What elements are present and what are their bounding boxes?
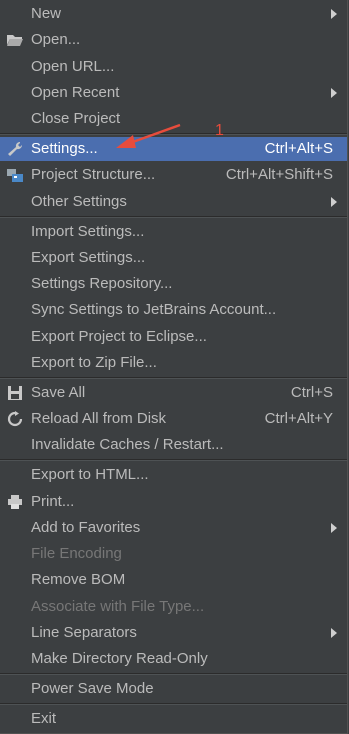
menu-separator: [0, 133, 347, 135]
menu-item-settings-repository[interactable]: Settings Repository...: [0, 272, 347, 296]
menu-item-export-html[interactable]: Export to HTML...: [0, 463, 347, 487]
menu-item-reload-all[interactable]: Reload All from Disk Ctrl+Alt+Y: [0, 407, 347, 431]
menu-item-settings-shortcut: Ctrl+Alt+S: [264, 140, 333, 157]
menu-separator: [0, 216, 347, 218]
menu-item-import-settings[interactable]: Import Settings...: [0, 220, 347, 244]
menu-item-remove-bom[interactable]: Remove BOM: [0, 568, 347, 592]
menu-item-print-label: Print...: [31, 493, 75, 510]
project-structure-icon: [7, 169, 23, 182]
menu-item-associate-file-type: Associate with File Type...: [0, 595, 347, 619]
menu-item-settings-repository-label: Settings Repository...: [31, 275, 173, 292]
menu-item-other-settings-label: Other Settings: [31, 193, 127, 210]
menu-item-sync-settings-label: Sync Settings to JetBrains Account...: [31, 301, 277, 318]
menu-item-project-structure-label: Project Structure...: [31, 166, 156, 183]
menu-item-export-zip-label: Export to Zip File...: [31, 354, 157, 371]
menu-item-settings[interactable]: Settings... Ctrl+Alt+S: [0, 137, 347, 161]
menu-separator: [0, 673, 347, 675]
menu-item-print[interactable]: Print...: [0, 490, 347, 514]
menu-item-reload-all-label: Reload All from Disk: [31, 410, 167, 427]
menu-item-invalidate-caches-label: Invalidate Caches / Restart...: [31, 436, 224, 453]
menu-item-add-favorites-label: Add to Favorites: [31, 519, 141, 536]
menu-item-project-structure-shortcut: Ctrl+Alt+Shift+S: [225, 166, 333, 183]
menu-item-new-label: New: [31, 5, 62, 22]
menu-item-make-readonly[interactable]: Make Directory Read-Only: [0, 647, 347, 671]
menu-item-open-recent-label: Open Recent: [31, 84, 120, 101]
menu-item-power-save[interactable]: Power Save Mode: [0, 677, 347, 701]
menu-separator: [0, 377, 347, 379]
menu-item-line-separators-label: Line Separators: [31, 624, 137, 641]
menu-item-open-url-label: Open URL...: [31, 58, 115, 75]
menu-item-close-project[interactable]: Close Project: [0, 107, 347, 131]
menu-item-export-zip[interactable]: Export to Zip File...: [0, 351, 347, 375]
menu-item-open-url[interactable]: Open URL...: [0, 55, 347, 79]
menu-item-export-settings-label: Export Settings...: [31, 249, 146, 266]
menu-item-settings-label: Settings...: [31, 140, 98, 157]
menu-item-save-all-label: Save All: [31, 384, 86, 401]
menu-item-export-settings[interactable]: Export Settings...: [0, 246, 347, 270]
menu-item-export-html-label: Export to HTML...: [31, 466, 149, 483]
menu-item-exit[interactable]: Exit: [0, 707, 347, 731]
menu-item-open-recent[interactable]: Open Recent: [0, 81, 347, 105]
menu-item-invalidate-caches[interactable]: Invalidate Caches / Restart...: [0, 433, 347, 457]
wrench-icon: [8, 141, 23, 156]
menu-item-new[interactable]: New: [0, 2, 347, 26]
menu-item-reload-all-shortcut: Ctrl+Alt+Y: [264, 410, 333, 427]
menu-item-sync-settings[interactable]: Sync Settings to JetBrains Account...: [0, 298, 347, 322]
menu-item-associate-file-type-label: Associate with File Type...: [31, 598, 205, 615]
menu-item-project-structure[interactable]: Project Structure... Ctrl+Alt+Shift+S: [0, 163, 347, 187]
printer-icon: [8, 495, 22, 509]
file-menu: New Open... Open URL... Open Recent Clos…: [0, 0, 348, 734]
menu-item-export-eclipse-label: Export Project to Eclipse...: [31, 328, 207, 345]
chevron-right-icon: [331, 197, 337, 207]
chevron-right-icon: [331, 628, 337, 638]
menu-item-open[interactable]: Open...: [0, 28, 347, 52]
menu-item-close-project-label: Close Project: [31, 110, 121, 127]
menu-item-export-eclipse[interactable]: Export Project to Eclipse...: [0, 325, 347, 349]
chevron-right-icon: [331, 523, 337, 533]
chevron-right-icon: [331, 9, 337, 19]
menu-item-add-favorites[interactable]: Add to Favorites: [0, 516, 347, 540]
menu-item-import-settings-label: Import Settings...: [31, 223, 145, 240]
annotation-number: 1: [215, 122, 224, 139]
menu-item-make-readonly-label: Make Directory Read-Only: [31, 650, 208, 667]
menu-item-open-label: Open...: [31, 31, 81, 48]
menu-item-file-encoding-label: File Encoding: [31, 545, 122, 562]
menu-separator: [0, 703, 347, 705]
menu-item-line-separators[interactable]: Line Separators: [0, 621, 347, 645]
menu-item-save-all[interactable]: Save All Ctrl+S: [0, 381, 347, 405]
chevron-right-icon: [331, 88, 337, 98]
save-icon: [8, 386, 22, 400]
folder-icon: [7, 35, 23, 46]
menu-item-other-settings[interactable]: Other Settings: [0, 190, 347, 214]
menu-item-file-encoding: File Encoding: [0, 542, 347, 566]
menu-item-exit-label: Exit: [31, 710, 57, 727]
menu-item-power-save-label: Power Save Mode: [31, 680, 154, 697]
menu-separator: [0, 459, 347, 461]
menu-item-remove-bom-label: Remove BOM: [31, 571, 126, 588]
menu-item-save-all-shortcut: Ctrl+S: [290, 384, 333, 401]
reload-icon: [7, 411, 23, 427]
